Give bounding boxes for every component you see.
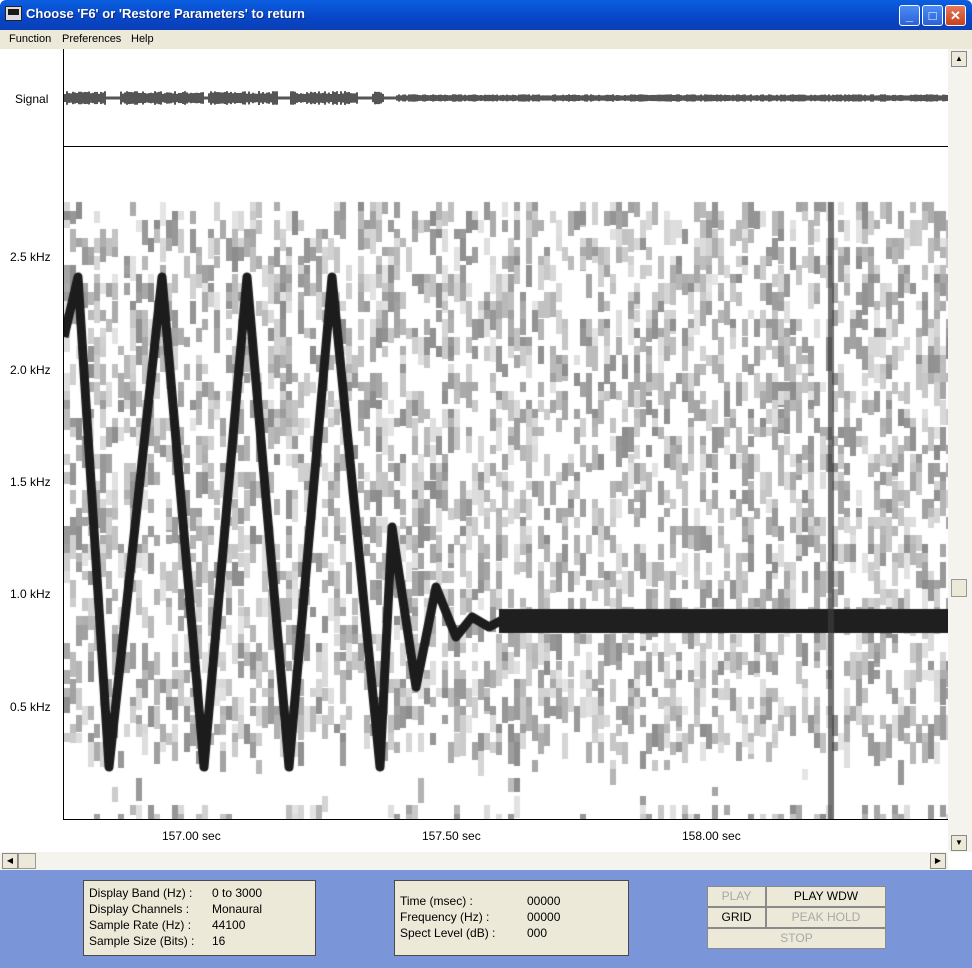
vertical-scrollbar[interactable]: ▲ ▼ <box>948 49 972 852</box>
peak-hold-button[interactable]: PEAK HOLD <box>766 907 886 928</box>
signal-label: Signal <box>15 92 49 106</box>
y-tick-label: 1.0 kHz <box>10 587 51 601</box>
close-button[interactable]: ✕ <box>945 5 966 26</box>
x-tick-label: 158.00 sec <box>682 829 741 843</box>
info-label: Sample Size (Bits) : <box>89 934 195 948</box>
horizontal-scrollbar[interactable]: ◀ ▶ <box>0 852 948 870</box>
info-value: Monaural <box>212 902 263 916</box>
info-label: Spect Level (dB) : <box>400 926 496 940</box>
display-info-box: Display Band (Hz) : 0 to 3000 Display Ch… <box>83 880 316 956</box>
vertical-scroll-thumb[interactable] <box>951 579 967 597</box>
window-title: Choose 'F6' or 'Restore Parameters' to r… <box>26 6 305 21</box>
cursor-info-box: Time (msec) : 00000 Frequency (Hz) : 000… <box>394 880 629 956</box>
info-value: 44100 <box>212 918 246 932</box>
play-window-button[interactable]: PLAY WDW <box>766 886 886 907</box>
y-tick-label: 0.5 kHz <box>10 700 51 714</box>
scroll-left-icon[interactable]: ◀ <box>2 853 18 869</box>
scroll-right-icon[interactable]: ▶ <box>930 853 946 869</box>
spectrogram-image <box>64 147 948 819</box>
grid-button[interactable]: GRID <box>707 907 766 928</box>
menu-bar: Function Preferences Help <box>0 30 972 49</box>
app-icon[interactable] <box>5 6 22 21</box>
title-bar: Choose 'F6' or 'Restore Parameters' to r… <box>0 0 972 30</box>
info-value: 000 <box>527 926 548 940</box>
info-label: Display Channels : <box>89 902 190 916</box>
y-tick-label: 1.5 kHz <box>10 475 51 489</box>
info-label: Display Band (Hz) : <box>89 886 193 900</box>
x-axis-line <box>63 819 948 820</box>
spectrogram-view[interactable]: Signal 2.5 kHz 2.0 kHz 1.5 kHz 1.0 kHz 0… <box>0 49 948 852</box>
scroll-down-icon[interactable]: ▼ <box>951 835 967 851</box>
y-tick-label: 2.5 kHz <box>10 250 51 264</box>
info-label: Frequency (Hz) : <box>400 910 490 924</box>
signal-waveform <box>64 91 948 105</box>
status-panel: Display Band (Hz) : 0 to 3000 Display Ch… <box>0 870 972 968</box>
y-tick-label: 2.0 kHz <box>10 363 51 377</box>
menu-help[interactable]: Help <box>131 33 154 45</box>
horizontal-scroll-thumb[interactable] <box>18 853 36 869</box>
maximize-button[interactable]: □ <box>922 5 943 26</box>
x-tick-label: 157.50 sec <box>422 829 481 843</box>
menu-preferences[interactable]: Preferences <box>62 33 121 45</box>
info-label: Sample Rate (Hz) : <box>89 918 192 932</box>
menu-function[interactable]: Function <box>9 33 51 45</box>
info-value: 0 to 3000 <box>212 886 263 900</box>
info-value: 16 <box>212 934 226 948</box>
play-button[interactable]: PLAY <box>707 886 766 907</box>
minimize-button[interactable]: _ <box>899 5 920 26</box>
stop-button[interactable]: STOP <box>707 928 886 949</box>
scroll-up-icon[interactable]: ▲ <box>951 51 967 67</box>
info-label: Time (msec) : <box>400 894 473 908</box>
info-value: 00000 <box>527 910 561 924</box>
x-tick-label: 157.00 sec <box>162 829 221 843</box>
info-value: 00000 <box>527 894 561 908</box>
